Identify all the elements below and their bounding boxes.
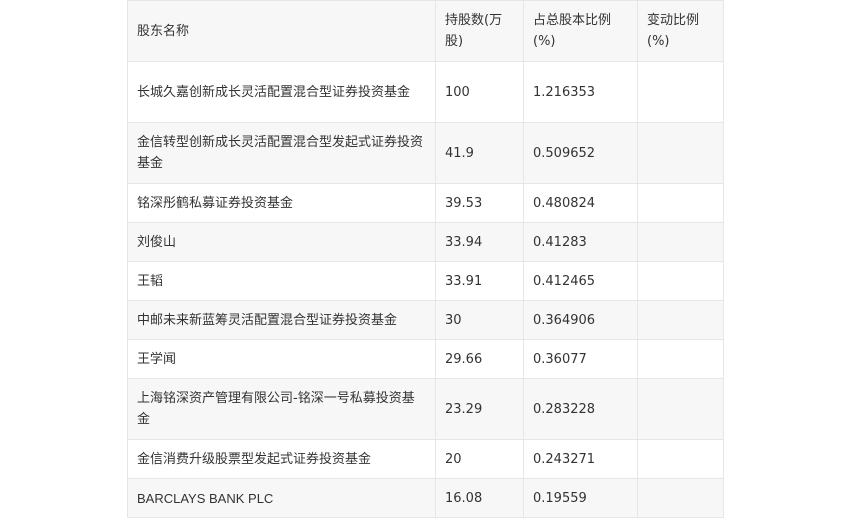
shareholder-table-container: 股东名称 持股数(万股) 占总股本比例(%) 变动比例(%) 长城久嘉创新成长灵… bbox=[127, 0, 724, 518]
cell-shares: 20 bbox=[435, 439, 524, 479]
cell-change-ratio bbox=[637, 122, 724, 184]
cell-share-ratio: 0.41283 bbox=[523, 222, 638, 262]
cell-shareholder-name: 中邮未来新蓝筹灵活配置混合型证券投资基金 bbox=[127, 300, 436, 340]
cell-share-ratio: 0.480824 bbox=[523, 183, 638, 223]
cell-share-ratio: 0.509652 bbox=[523, 122, 638, 184]
header-shareholder-name: 股东名称 bbox=[127, 0, 436, 62]
header-change-ratio: 变动比例(%) bbox=[637, 0, 724, 62]
cell-share-ratio: 1.216353 bbox=[523, 61, 638, 123]
table-row: 金信转型创新成长灵活配置混合型发起式证券投资基金 41.9 0.509652 bbox=[127, 122, 724, 184]
cell-share-ratio: 0.36077 bbox=[523, 339, 638, 379]
cell-change-ratio bbox=[637, 183, 724, 223]
cell-share-ratio: 0.19559 bbox=[523, 478, 638, 518]
cell-change-ratio bbox=[637, 339, 724, 379]
table-header-row: 股东名称 持股数(万股) 占总股本比例(%) 变动比例(%) bbox=[127, 0, 724, 62]
cell-share-ratio: 0.364906 bbox=[523, 300, 638, 340]
cell-change-ratio bbox=[637, 261, 724, 301]
table-row: BARCLAYS BANK PLC 16.08 0.19559 bbox=[127, 478, 724, 518]
table-row: 金信消费升级股票型发起式证券投资基金 20 0.243271 bbox=[127, 439, 724, 479]
table-row: 中邮未来新蓝筹灵活配置混合型证券投资基金 30 0.364906 bbox=[127, 300, 724, 340]
cell-shareholder-name: 长城久嘉创新成长灵活配置混合型证券投资基金 bbox=[127, 61, 436, 123]
cell-change-ratio bbox=[637, 300, 724, 340]
table-row: 铭深彤鹤私募证券投资基金 39.53 0.480824 bbox=[127, 183, 724, 223]
cell-shareholder-name: BARCLAYS BANK PLC bbox=[127, 478, 436, 518]
cell-shareholder-name: 金信转型创新成长灵活配置混合型发起式证券投资基金 bbox=[127, 122, 436, 184]
cell-share-ratio: 0.283228 bbox=[523, 378, 638, 440]
cell-change-ratio bbox=[637, 378, 724, 440]
cell-shareholder-name: 王韬 bbox=[127, 261, 436, 301]
header-share-ratio: 占总股本比例(%) bbox=[523, 0, 638, 62]
shareholder-table: 股东名称 持股数(万股) 占总股本比例(%) 变动比例(%) 长城久嘉创新成长灵… bbox=[127, 0, 724, 518]
cell-share-ratio: 0.412465 bbox=[523, 261, 638, 301]
table-row: 上海铭深资产管理有限公司-铭深一号私募投资基金 23.29 0.283228 bbox=[127, 378, 724, 440]
table-row: 王学闻 29.66 0.36077 bbox=[127, 339, 724, 379]
cell-shareholder-name: 上海铭深资产管理有限公司-铭深一号私募投资基金 bbox=[127, 378, 436, 440]
cell-change-ratio bbox=[637, 478, 724, 518]
cell-change-ratio bbox=[637, 61, 724, 123]
cell-shares: 33.91 bbox=[435, 261, 524, 301]
cell-shareholder-name: 铭深彤鹤私募证券投资基金 bbox=[127, 183, 436, 223]
cell-share-ratio: 0.243271 bbox=[523, 439, 638, 479]
header-shares: 持股数(万股) bbox=[435, 0, 524, 62]
cell-shares: 23.29 bbox=[435, 378, 524, 440]
cell-shares: 16.08 bbox=[435, 478, 524, 518]
cell-shares: 100 bbox=[435, 61, 524, 123]
table-row: 长城久嘉创新成长灵活配置混合型证券投资基金 100 1.216353 bbox=[127, 61, 724, 123]
cell-change-ratio bbox=[637, 222, 724, 262]
cell-shares: 30 bbox=[435, 300, 524, 340]
cell-shares: 33.94 bbox=[435, 222, 524, 262]
table-row: 刘俊山 33.94 0.41283 bbox=[127, 222, 724, 262]
cell-shares: 39.53 bbox=[435, 183, 524, 223]
cell-change-ratio bbox=[637, 439, 724, 479]
cell-shares: 41.9 bbox=[435, 122, 524, 184]
table-row: 王韬 33.91 0.412465 bbox=[127, 261, 724, 301]
cell-shares: 29.66 bbox=[435, 339, 524, 379]
cell-shareholder-name: 金信消费升级股票型发起式证券投资基金 bbox=[127, 439, 436, 479]
cell-shareholder-name: 刘俊山 bbox=[127, 222, 436, 262]
cell-shareholder-name: 王学闻 bbox=[127, 339, 436, 379]
